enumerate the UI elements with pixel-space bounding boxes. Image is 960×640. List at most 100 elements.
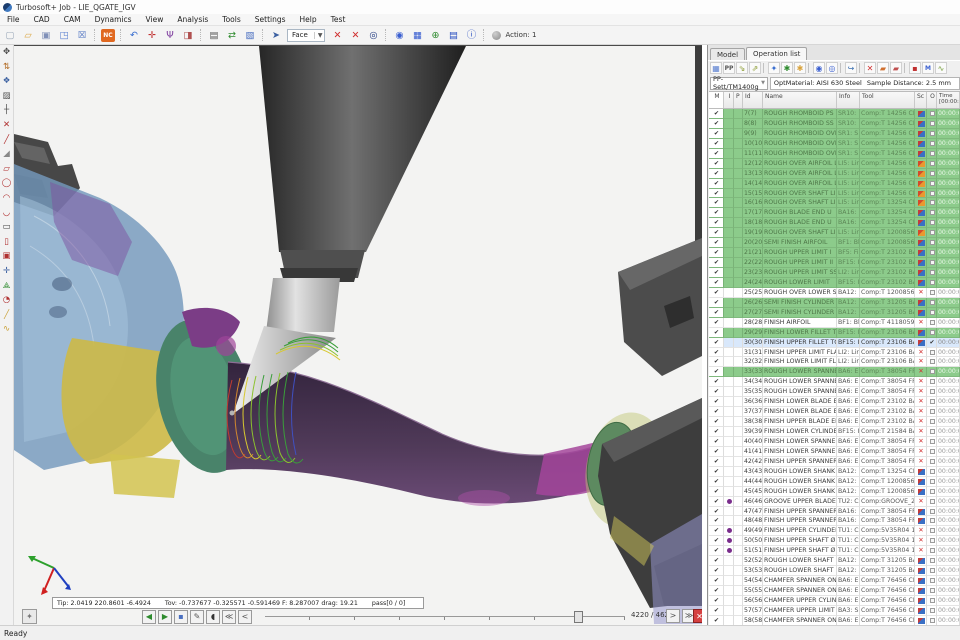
menu-test[interactable]: Test (324, 15, 353, 24)
sim-progress-slider[interactable] (265, 616, 625, 620)
op-row[interactable]: ✔48(48)FINISH UPPER SPANNERBA16:Comp:T 3… (709, 516, 960, 526)
menu-tools[interactable]: Tools (215, 15, 247, 24)
op-row[interactable]: ✔25(25)ROUGH OVER LOWER SHBA12:Comp:T 12… (709, 288, 960, 298)
sim-close-button[interactable]: ✕ (693, 609, 702, 623)
op-enabled-checkbox[interactable]: ✔ (709, 586, 724, 596)
op-output-checkbox[interactable] (927, 298, 937, 308)
op-row[interactable]: ✔24(24)ROUGH LOWER LIMITBF15: IComp:T 23… (709, 278, 960, 288)
mesh-surface-icon[interactable]: ▨ (1, 89, 13, 104)
op-row[interactable]: ✔55(55)CHAMFER SPANNER ONBA6: EComp:T 76… (709, 586, 960, 596)
op-output-checkbox[interactable] (927, 119, 937, 129)
op-enabled-checkbox[interactable]: ✔ (709, 596, 724, 606)
spline-icon[interactable]: ∿ (1, 322, 13, 337)
op-output-checkbox[interactable] (927, 278, 937, 288)
op-output-checkbox[interactable] (927, 497, 937, 507)
op-enabled-checkbox[interactable]: ✔ (709, 119, 724, 129)
op-output-checkbox[interactable] (927, 536, 937, 546)
rotary-icon[interactable]: ◔ (1, 293, 13, 308)
undo-icon[interactable]: ↶ (127, 28, 141, 43)
new-file-icon[interactable]: ▢ (3, 28, 17, 43)
op-output-checkbox[interactable] (927, 417, 937, 427)
close-doc-icon[interactable]: ☒ (75, 28, 89, 43)
toolpath-up-icon[interactable]: ⇗ (749, 62, 761, 74)
op-enabled-checkbox[interactable]: ✔ (709, 477, 724, 487)
op-row[interactable]: ✔53(53)ROUGH LOWER SHAFT BBA12:Comp:T 31… (709, 566, 960, 576)
rect-red-icon[interactable]: ▯ (1, 235, 13, 250)
op-row[interactable]: ✔56(56)CHAMFER UPPER CYLINIBA6: EComp:T … (709, 596, 960, 606)
op-output-checkbox[interactable] (927, 348, 937, 358)
delete-op-icon[interactable]: ✕ (864, 62, 876, 74)
col-header-p[interactable]: P (734, 92, 743, 108)
toolpath-down-icon[interactable]: ⇘ (736, 62, 748, 74)
tab-operation-list[interactable]: Operation list (746, 47, 807, 60)
op-enabled-checkbox[interactable]: ✔ (709, 556, 724, 566)
op-row[interactable]: ✔27(27)SEMI FINISH CYLINDER LBA12:Comp:T… (709, 308, 960, 318)
op-row[interactable]: ✔11(11)ROUGH RHOMBOID OVESR1: SComp:T 14… (709, 149, 960, 159)
col-header-tool[interactable]: Tool (860, 92, 915, 108)
op-enabled-checkbox[interactable]: ✔ (709, 288, 724, 298)
axes-icon[interactable]: ✛ (145, 28, 159, 43)
mode-button[interactable]: ◖ (206, 610, 220, 624)
op-row[interactable]: ✔22(22)ROUGH UPPER LIMIT IIBF15: IComp:T… (709, 258, 960, 268)
op-output-checkbox[interactable] (927, 228, 937, 238)
op-row[interactable]: ✔26(26)SEMI FINISH CYLINDER LBA12:Comp:T… (709, 298, 960, 308)
op-row[interactable]: ✔43(43)ROUGH LOWER SHANKBA12:Comp:T 1325… (709, 467, 960, 477)
play-button[interactable]: ▶ (158, 610, 172, 624)
polyline-icon[interactable]: ◢ (1, 147, 13, 162)
op-row[interactable]: ✔31(31)FINISH UPPER LIMIT FLALI2: LirCom… (709, 348, 960, 358)
op-enabled-checkbox[interactable]: ✔ (709, 427, 724, 437)
op-output-checkbox[interactable] (927, 248, 937, 258)
op-row[interactable]: ✔9(9)ROUGH RHOMBOID OVESR1: SComp:T 1425… (709, 129, 960, 139)
op-enabled-checkbox[interactable]: ✔ (709, 357, 724, 367)
op-enabled-checkbox[interactable]: ✔ (709, 546, 724, 556)
op-output-checkbox[interactable] (927, 169, 937, 179)
op-enabled-checkbox[interactable]: ✔ (709, 228, 724, 238)
report-doc-icon[interactable]: ▧ (243, 28, 257, 43)
pp-settings-dropdown[interactable]: PP-Sett/TM1400g ▼ (710, 77, 768, 90)
op-row[interactable]: ✔8(8)ROUGH RHOMBOID SSSR10:Comp:T 14256 … (709, 119, 960, 129)
op-row[interactable]: ✔42(42)FINISH UPPER SPANNERBA6: EComp:T … (709, 457, 960, 467)
op-output-checkbox[interactable] (927, 258, 937, 268)
op-output-checkbox[interactable] (927, 149, 937, 159)
op-enabled-checkbox[interactable]: ✔ (709, 258, 724, 268)
op-row[interactable]: ✔15(15)ROUGH OVER SHAFT LI5LI5: LirComp:… (709, 189, 960, 199)
calc-icon[interactable]: ✦ (768, 62, 780, 74)
sim-slider-handle[interactable] (574, 611, 583, 623)
op-enabled-checkbox[interactable]: ✔ (709, 516, 724, 526)
op-enabled-checkbox[interactable]: ✔ (709, 407, 724, 417)
crosshair-icon[interactable]: ┼ (1, 103, 13, 118)
m-button[interactable]: M (922, 62, 934, 74)
stop-button[interactable]: ▪ (174, 610, 188, 624)
rewind-button[interactable]: ≪ (222, 610, 236, 624)
op-enabled-checkbox[interactable]: ✔ (709, 218, 724, 228)
op-row[interactable]: ✔49(49)FINISH UPPER CYLINDERTU1: CComp:5… (709, 526, 960, 536)
op-output-checkbox[interactable] (927, 437, 937, 447)
op-row[interactable]: ✔40(40)FINISH LOWER SPANNERBA6: EComp:T … (709, 437, 960, 447)
op-output-checkbox[interactable] (927, 208, 937, 218)
op-row[interactable]: ✔7(7)ROUGH RHOMBOID PSSR10:Comp:T 14256 … (709, 109, 960, 119)
op-output-checkbox[interactable] (927, 109, 937, 119)
op-output-checkbox[interactable] (927, 487, 937, 497)
tab-model[interactable]: Model (710, 48, 745, 60)
book-icon[interactable]: ▤ (207, 28, 221, 43)
op-output-checkbox[interactable] (927, 288, 937, 298)
col-header-info[interactable]: Info (837, 92, 860, 108)
op-row[interactable]: ✔17(17)ROUGH BLADE END UBA16:Comp:T 1325… (709, 208, 960, 218)
op-row[interactable]: ✔23(23)ROUGH UPPER LIMIT SSLI2: LirComp:… (709, 268, 960, 278)
menu-cam[interactable]: CAM (57, 15, 88, 24)
3d-viewport[interactable]: Tip: 2.0419 220.8601 -6.4924 Tov: -0.737… (14, 45, 702, 625)
op-output-checkbox[interactable] (927, 308, 937, 318)
marker-icon[interactable]: ▪ (909, 62, 921, 74)
op-enabled-checkbox[interactable]: ✔ (709, 169, 724, 179)
op-row[interactable]: ✔54(54)CHAMFER SPANNER ONBA6: EComp:T 76… (709, 576, 960, 586)
menu-cad[interactable]: CAD (27, 15, 57, 24)
op-row[interactable]: ✔47(47)FINISH UPPER SPANNERBA16:Comp:T 3… (709, 507, 960, 517)
op-row[interactable]: ✔12(12)ROUGH OVER AIRFOIL LILI5: LirComp… (709, 159, 960, 169)
op-row[interactable]: ✔35(35)ROUGH LOWER SPANNEBA6: EComp:T 38… (709, 387, 960, 397)
snap-points-icon[interactable]: ❖ (1, 74, 13, 89)
op-output-checkbox[interactable] (927, 387, 937, 397)
op-row[interactable]: ✔44(44)ROUGH LOWER SHANK IBA12:Comp:T 12… (709, 477, 960, 487)
gear-yellow-icon[interactable]: ✱ (794, 62, 806, 74)
op-row[interactable]: ✔41(41)FINISH LOWER SPANNERBA6: EComp:T … (709, 447, 960, 457)
op-enabled-checkbox[interactable]: ✔ (709, 616, 724, 625)
